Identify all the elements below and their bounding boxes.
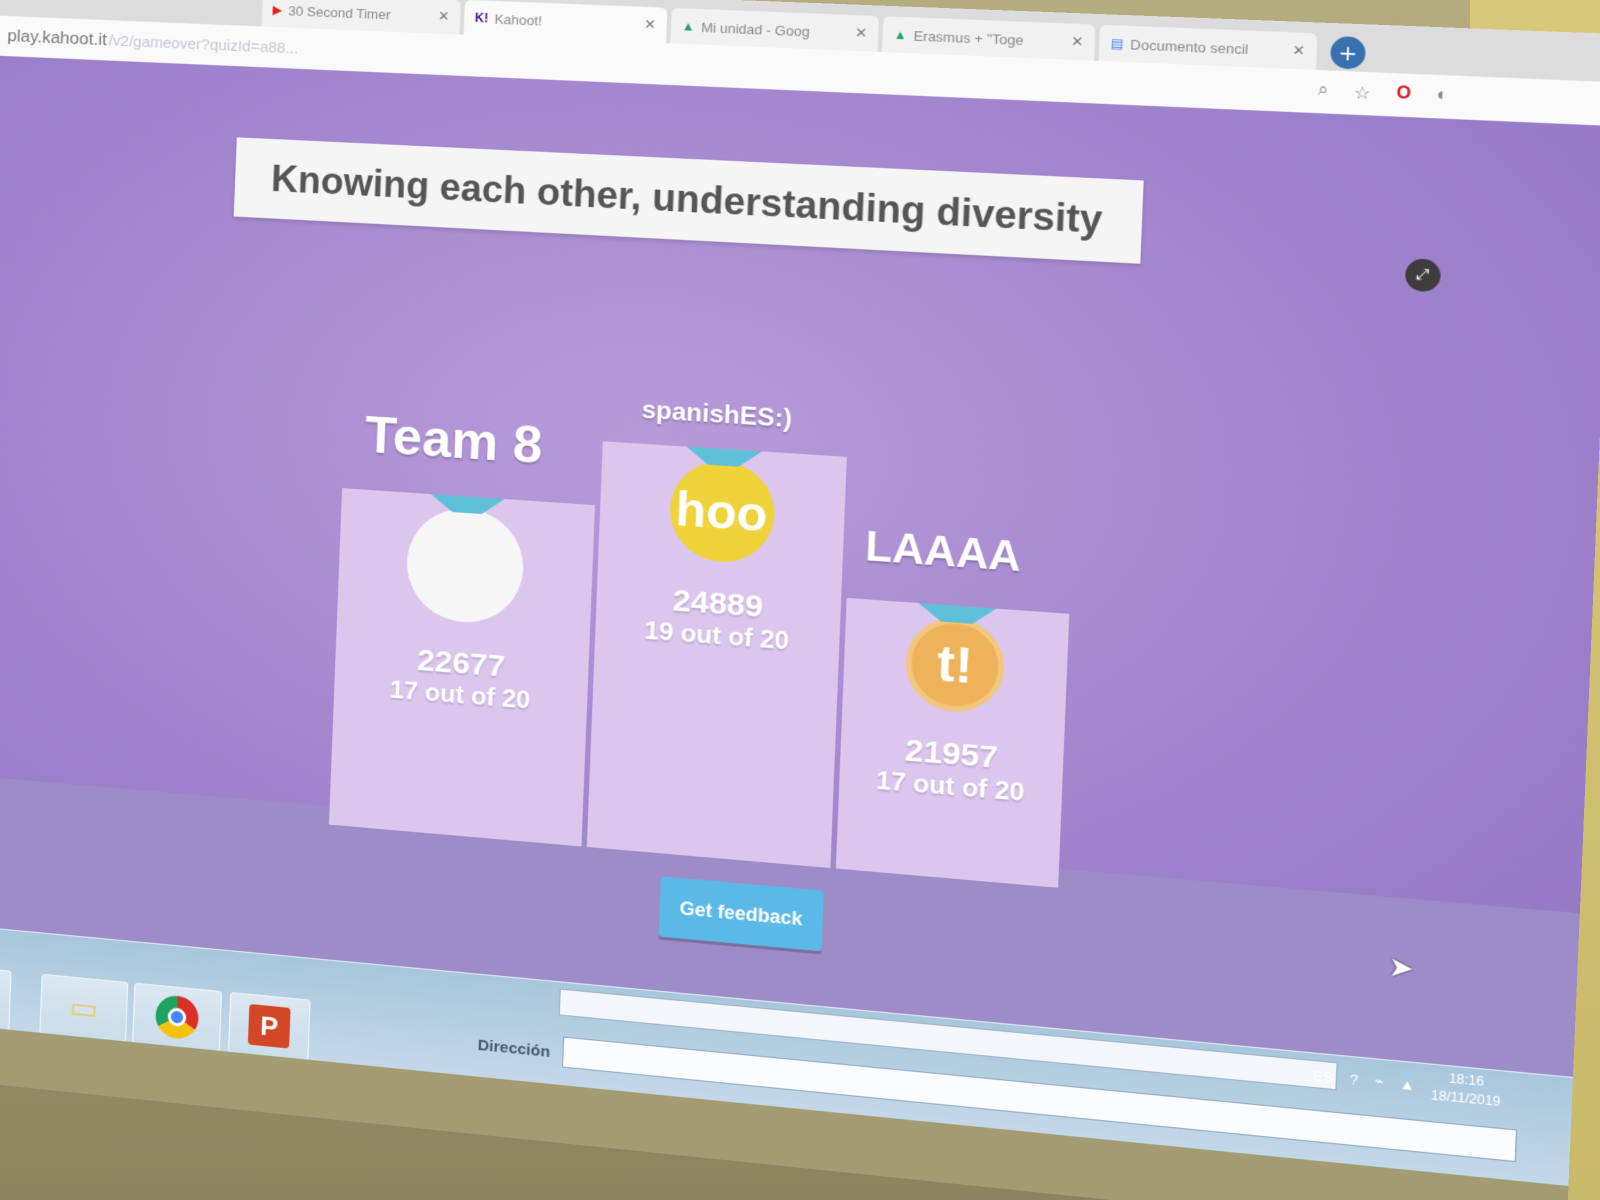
kahoot-podium-page: Knowing each other, understanding divers… xyxy=(0,54,1600,1077)
help-icon[interactable]: ? xyxy=(1349,1070,1358,1087)
tab-label: Documento sencil xyxy=(1130,36,1249,57)
youtube-icon: ▶ xyxy=(272,2,282,17)
quiz-title: Knowing each other, understanding divers… xyxy=(270,157,1103,242)
drive-icon: ▲ xyxy=(893,27,907,42)
second-place-name: Team 8 xyxy=(364,405,544,476)
bronze-medal-icon: t! xyxy=(904,615,1006,715)
url-path: /v2/gameover?quizId=a88... xyxy=(108,32,298,57)
close-icon[interactable]: ✕ xyxy=(855,25,868,42)
third-place-podium: t! 21957 17 out of 20 xyxy=(836,598,1069,888)
powerpoint-logo: P xyxy=(248,1004,291,1049)
folder-icon[interactable]: ▭ xyxy=(39,974,128,1043)
mouse-cursor-icon: ➤ xyxy=(1388,951,1415,986)
powerpoint-icon[interactable]: P xyxy=(228,992,311,1061)
clock[interactable]: 18:16 18/11/2019 xyxy=(1431,1068,1502,1112)
quiz-title-box: Knowing each other, understanding divers… xyxy=(234,137,1144,263)
drive-icon: ▲ xyxy=(682,19,695,34)
second-place-podium: 22677 17 out of 20 xyxy=(329,488,595,846)
medal-ribbon xyxy=(918,603,997,626)
media-player-icon[interactable]: ▶ xyxy=(0,964,12,1031)
close-icon[interactable]: ✕ xyxy=(1292,42,1305,60)
chrome-logo xyxy=(155,994,199,1041)
tab-label: Mi unidad - Goog xyxy=(701,19,810,39)
address-toolbar-label: Dirección xyxy=(477,1036,550,1061)
url-host: play.kahoot.it xyxy=(7,26,107,50)
tray-expand-icon[interactable]: ▲ xyxy=(1400,1075,1416,1093)
third-place-correct: 17 out of 20 xyxy=(876,767,1025,809)
first-place-name: spanishES:) xyxy=(641,396,792,434)
language-indicator[interactable]: ES xyxy=(1313,1067,1334,1085)
medal-ribbon xyxy=(686,447,763,469)
second-place-correct: 17 out of 20 xyxy=(389,676,531,716)
opera-icon[interactable]: O xyxy=(1396,84,1411,106)
close-icon[interactable]: ✕ xyxy=(438,8,450,25)
third-place-name: LAAAA xyxy=(864,523,1021,581)
close-icon[interactable]: ✕ xyxy=(1071,33,1084,51)
gold-medal-icon: hoo xyxy=(668,458,776,565)
profile-icon[interactable]: ◐ xyxy=(1436,86,1448,108)
tab-label: Kahoot! xyxy=(494,11,542,28)
docs-icon: ▤ xyxy=(1110,36,1123,51)
star-icon[interactable]: ☆ xyxy=(1353,82,1371,104)
chrome-icon[interactable] xyxy=(132,983,222,1052)
kahoot-icon: K! xyxy=(475,11,489,26)
close-icon[interactable]: ✕ xyxy=(644,16,656,33)
silver-medal-icon xyxy=(405,505,525,626)
zoom-icon[interactable]: ⌕ xyxy=(1318,81,1329,103)
address-bar-icons: ⌕ ☆ O ◐ xyxy=(1318,81,1449,108)
new-tab-button[interactable]: + xyxy=(1330,36,1366,70)
first-place-correct: 19 out of 20 xyxy=(644,617,790,657)
network-icon[interactable]: ⌁ xyxy=(1374,1072,1384,1090)
fullscreen-icon[interactable]: ⤢ xyxy=(1405,258,1441,292)
tab-label: Erasmus + "Toge xyxy=(913,27,1024,47)
first-place-podium: hoo 24889 19 out of 20 xyxy=(587,441,847,868)
tab-label: 30 Second Timer xyxy=(288,3,391,22)
projected-screen: ▶ 30 Second Timer ✕ K! Kahoot! ✕ ▲ Mi un… xyxy=(0,0,1600,1200)
